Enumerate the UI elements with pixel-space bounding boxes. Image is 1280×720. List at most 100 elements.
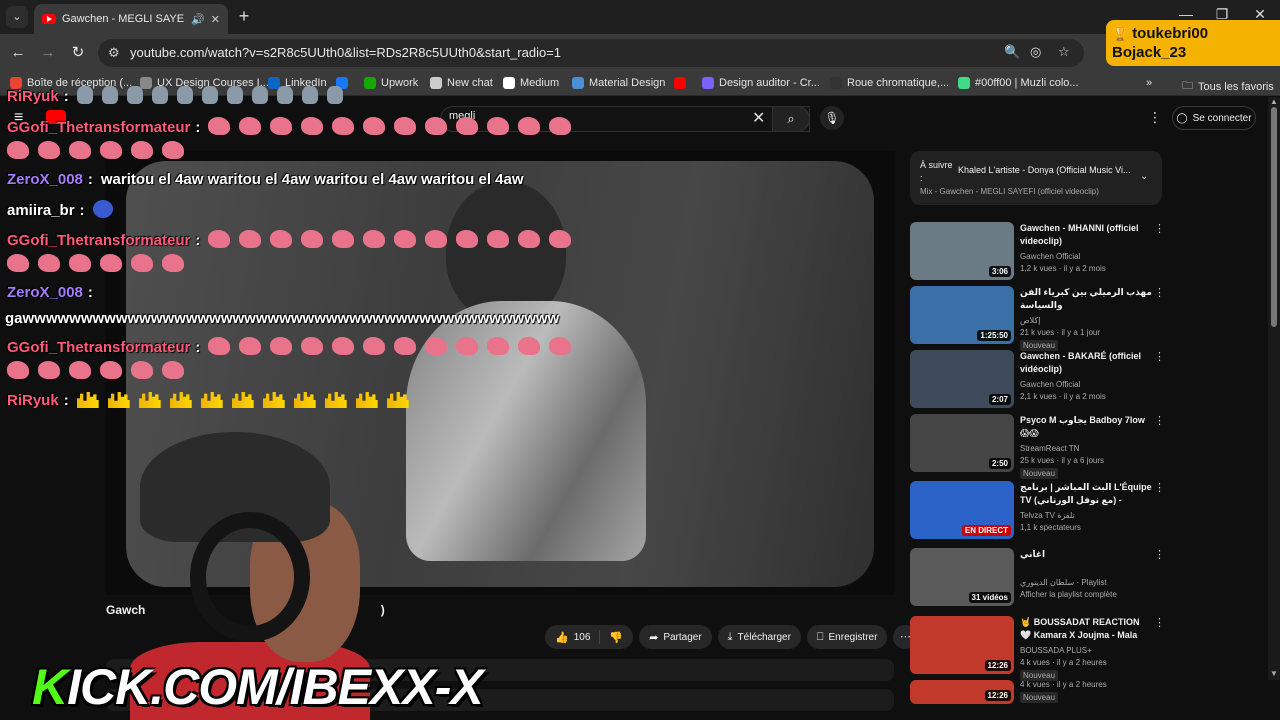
more-options-icon[interactable]: ⋮ [1154,222,1165,235]
recommendation-meta: 4 k vues · il y a 2 heures [1020,680,1107,689]
recommendation-title[interactable]: البث المباشر | برنامج L'Équipe TV (مع نو… [1020,481,1152,508]
recommendation-item[interactable]: 2:50 Psyco M يجاوب Badboy 7low 😱😱 ⋮ StreamR… [910,414,1170,479]
close-tab-icon[interactable]: ✕ [211,13,220,26]
tab-search-button[interactable]: ⌄ [6,6,28,28]
hamburger-menu-icon[interactable]: ≡ [14,109,23,127]
recommendation-item[interactable]: EN DIRECT البث المباشر | برنامج L'Équipe … [910,481,1170,541]
bookmark-star-icon[interactable]: ☆ [1058,44,1070,60]
download-label: Télécharger [737,631,791,643]
bookmark-item[interactable]: Boîte de réception (... [10,77,132,89]
reload-button[interactable]: ↻ [68,43,88,63]
clear-search-icon[interactable]: ✕ [752,108,765,128]
more-options-icon[interactable]: ⋮ [1154,414,1165,427]
bookmark-favicon-icon [958,77,970,89]
address-bar[interactable]: ⚙ youtube.com/watch?v=s2R8c5UUth0&list=R… [98,39,1084,67]
bookmark-item[interactable] [674,77,686,89]
recommendation-title[interactable]: Psyco M يجاوب Badboy 7low 😱😱 [1020,414,1152,440]
more-options-icon[interactable]: ⋮ [1154,481,1165,494]
kick-watermark-text: ICK.COM/IBEXX-X [67,659,484,715]
new-tab-button[interactable]: + [234,6,254,26]
recommendation-item[interactable]: 12:26 🤘 BOUSSADAT REACTION 🤍 Kamara X Jou… [910,616,1170,681]
microphone-icon[interactable]: 🎙 [820,106,844,130]
bookmark-item[interactable]: Roue chromatique,... [830,77,949,89]
more-options-icon[interactable]: ⋮ [1154,350,1165,363]
youtube-header: ≡ megli ✕ ⌕ 🎙 ⋮ ◯ Se connecter [0,97,1268,139]
eye-off-icon[interactable]: ◎ [1030,44,1041,60]
share-button[interactable]: ➦ Partager [639,625,712,649]
sign-in-button[interactable]: ◯ Se connecter [1172,106,1256,130]
bookmarks-bar: » 🗀 Tous les favoris Boîte de réception … [0,72,1280,96]
youtube-favicon-icon [42,14,56,24]
share-label: Partager [663,631,702,643]
bookmark-favicon-icon [430,77,442,89]
zoom-icon[interactable]: 🔍 [1004,44,1020,60]
duration-badge: 12:26 [984,690,1011,701]
scroll-up-icon[interactable]: ▲ [1270,97,1278,106]
site-info-icon[interactable]: ⚙ [108,45,120,61]
scroll-thumb[interactable] [1271,107,1277,327]
download-button[interactable]: ⤓ Télécharger [717,625,801,649]
bookmark-item[interactable]: New chat [430,77,493,89]
up-next-title: Khaled L'artiste - Donya (Official Music… [958,165,1131,175]
bookmark-item[interactable]: Material Design [572,77,665,89]
speaker-icon[interactable]: 🔊 [191,13,205,26]
recommendation-item[interactable]: 31 vidéos اغاني ⋮ سلطان الدينوري · Playlist… [910,548,1170,608]
all-bookmarks-button[interactable]: 🗀 Tous les favoris [1182,77,1274,96]
bookmark-item[interactable] [336,77,348,89]
duration-badge: 2:50 [988,458,1011,469]
bookmark-item[interactable]: LinkedIn [268,77,327,89]
bookmark-item[interactable]: Design auditor - Cr... [702,77,820,89]
recommendation-item[interactable]: 2:07 Gawchen - BAKARÉ (officiel vidéoclip… [910,350,1170,410]
video-thumbnail[interactable]: 31 vidéos [910,548,1014,606]
up-next-panel[interactable]: À suivre : Khaled L'artiste - Donya (Off… [910,151,1162,205]
recommendation-item[interactable]: 12:26 4 k vues · il y a 2 heures Nouveau [910,680,1170,720]
youtube-logo[interactable] [46,110,66,124]
recommendation-item[interactable]: 1:25:50 مهذب الرميلي بين كبرياء الفن والس… [910,286,1170,351]
more-options-icon[interactable]: ⋮ [1154,616,1165,629]
scroll-down-icon[interactable]: ▼ [1270,669,1278,678]
recommendation-title[interactable]: Gawchen - BAKARÉ (officiel vidéoclip) [1020,350,1152,376]
chevron-down-icon[interactable]: ⌄ [1140,171,1148,182]
bookmark-label: #00ff00 | Muzli colo... [975,77,1079,89]
more-options-icon[interactable]: ⋮ [1154,548,1165,561]
video-thumbnail[interactable]: EN DIRECT [910,481,1014,539]
video-thumbnail[interactable]: 3:06 [910,222,1014,280]
url-text[interactable]: youtube.com/watch?v=s2R8c5UUth0&list=RDs… [130,45,561,60]
save-button[interactable]: ⎕ Enregistrer [806,625,888,649]
thumbs-up-icon: 👍 [555,631,569,644]
back-button[interactable]: ← [8,43,28,63]
video-thumbnail[interactable]: 2:50 [910,414,1014,472]
thumbs-down-icon[interactable]: 👎 [609,631,623,644]
bookmark-label: Medium [520,77,560,89]
bookmark-icon: ⎕ [816,630,824,643]
up-next-mix: Mix - Gawchen - MEGLI SAYEFI (officiel v… [920,187,1099,196]
more-options-icon[interactable]: ⋮ [1148,109,1162,126]
recommendation-channel: سلطان الدينوري · Playlist [1020,578,1107,587]
search-button[interactable]: ⌕ [772,106,810,132]
bookmark-item[interactable]: UX Design Courses I... [140,77,269,89]
video-thumbnail[interactable]: 12:26 [910,680,1014,704]
recommendation-title[interactable]: Gawchen - MHANNI (officiel videoclip) [1020,222,1152,248]
browser-tabstrip: ⌄ Gawchen - MEGLI SAYEFI (o 🔊 ✕ + — ❐ ✕ [0,0,1280,34]
video-thumbnail[interactable]: 12:26 [910,616,1014,674]
forward-button[interactable]: → [38,43,58,63]
bookmarks-overflow-button[interactable]: » [1146,77,1152,89]
recommendation-meta: 4 k vues · il y a 2 heures [1020,658,1107,667]
bookmark-label: LinkedIn [285,77,327,89]
bookmark-item[interactable]: #00ff00 | Muzli colo... [958,77,1079,89]
recommendation-item[interactable]: 3:06 Gawchen - MHANNI (officiel videoclip… [910,222,1170,282]
recommendation-title[interactable]: اغاني [1020,548,1152,561]
bookmark-item[interactable]: Upwork [364,77,418,89]
recommendation-title[interactable]: 🤘 BOUSSADAT REACTION 🤍 Kamara X Joujma -… [1020,616,1152,643]
more-options-icon[interactable]: ⋮ [1154,286,1165,299]
bookmark-item[interactable]: Medium [503,77,559,89]
save-label: Enregistrer [828,631,878,643]
video-thumbnail[interactable]: 2:07 [910,350,1014,408]
browser-tab-active[interactable]: Gawchen - MEGLI SAYEFI (o 🔊 ✕ [34,4,228,34]
like-button[interactable]: 👍 106 👎 [545,625,634,649]
video-thumbnail[interactable]: 1:25:50 [910,286,1014,344]
bookmark-label: New chat [447,77,493,89]
recommendation-meta: 1,2 k vues · il y a 2 mois [1020,264,1106,273]
page-scrollbar[interactable]: ▲ ▼ [1268,97,1280,680]
recommendation-title[interactable]: مهذب الرميلي بين كبرياء الفن والسياسة [1020,286,1152,312]
